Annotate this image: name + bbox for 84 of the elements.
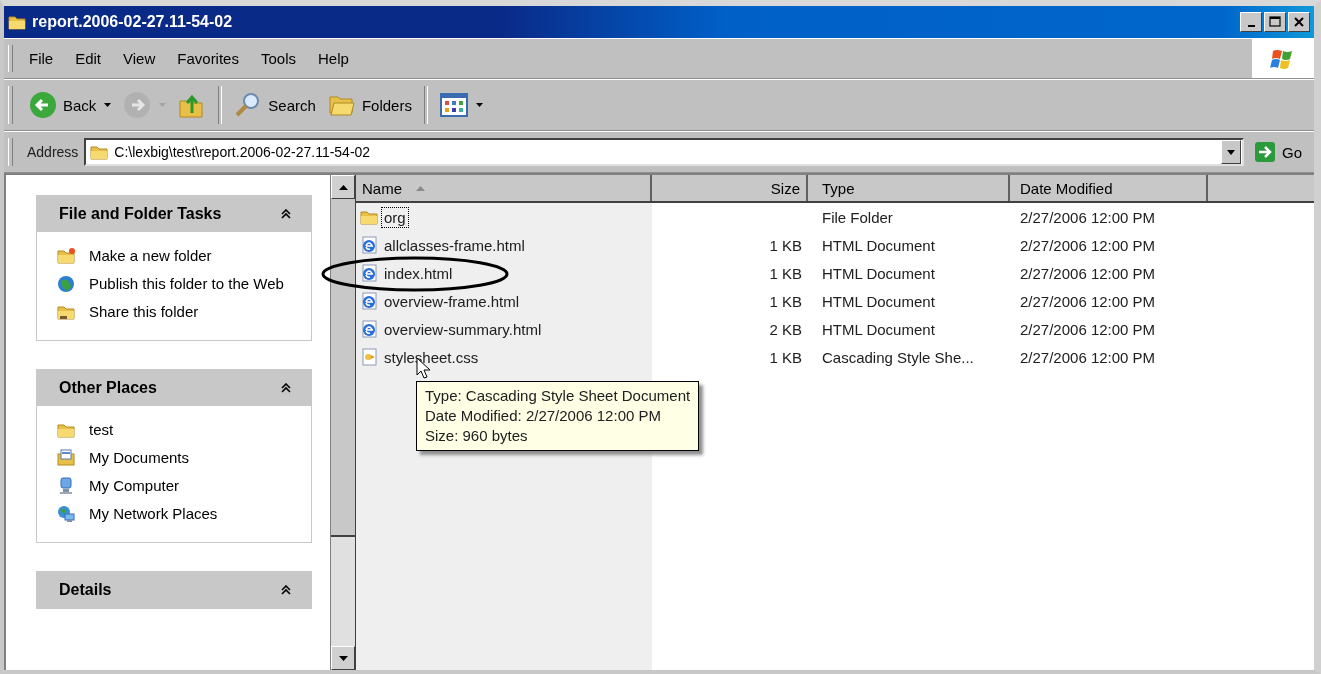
dropdown-arrow-icon <box>104 103 112 107</box>
menu-item[interactable]: Tools <box>252 48 304 69</box>
tooltip-text: Type: Cascading Style Sheet Document <box>425 386 691 406</box>
menu-item[interactable]: View <box>115 48 164 69</box>
panel-header[interactable]: File and Folder Tasks <box>37 196 311 232</box>
file-size: 1 KB <box>769 292 802 310</box>
globe-icon <box>57 275 75 293</box>
file-type: HTML Document <box>821 292 936 310</box>
panel-header[interactable]: Other Places <box>37 370 311 406</box>
file-name[interactable]: allclasses-frame.html <box>381 234 528 256</box>
file-type: File Folder <box>821 208 894 226</box>
web-page-icon <box>360 264 378 282</box>
dropdown-button[interactable] <box>1221 140 1241 164</box>
file-name[interactable]: overview-summary.html <box>381 318 545 340</box>
file-size: 1 KB <box>769 264 802 282</box>
menu-item[interactable]: Help <box>310 48 357 69</box>
tooltip-text: Date Modified: 2/27/2006 12:00 PM <box>425 406 662 426</box>
arrow-right-icon <box>123 91 152 119</box>
task-link[interactable]: My Computer <box>89 476 180 496</box>
dropdown-arrow-icon <box>475 103 483 107</box>
menu-item[interactable]: Favorites <box>169 48 247 69</box>
menu-item[interactable]: Edit <box>67 48 110 69</box>
file-size: 2 KB <box>769 320 802 338</box>
file-type: HTML Document <box>821 236 936 254</box>
address-label: Address <box>27 144 79 160</box>
computer-icon <box>57 477 75 495</box>
file-date: 2/27/2006 12:00 PM <box>1019 208 1157 226</box>
caret-icon <box>1227 149 1235 155</box>
shared-folder-icon <box>57 303 75 321</box>
file-name[interactable]: stylesheet.css <box>381 346 482 368</box>
file-date: 2/27/2006 12:00 PM <box>1019 348 1157 366</box>
menu-item[interactable]: File <box>21 48 62 69</box>
file-type: Cascading Style She... <box>821 348 975 366</box>
file-size: 1 KB <box>769 348 802 366</box>
task-link[interactable]: Publish this folder to the Web <box>89 274 284 294</box>
panel-header[interactable]: Details <box>37 572 311 608</box>
close-button[interactable] <box>1288 12 1310 32</box>
views-icon <box>439 91 468 119</box>
column-header[interactable]: Type <box>808 175 1010 201</box>
file-date: 2/27/2006 12:00 PM <box>1019 320 1157 338</box>
web-page-icon <box>360 320 378 338</box>
folder-icon <box>360 208 378 226</box>
column-header[interactable]: Name <box>356 175 652 201</box>
address-field[interactable]: C:\lexbig\test\report.2006-02-27.11-54-02 <box>84 138 1244 166</box>
web-page-icon <box>360 292 378 310</box>
folders-button[interactable]: Folders <box>323 89 416 121</box>
task-link[interactable]: Make a new folder <box>89 246 212 266</box>
scroll-bar[interactable] <box>330 175 356 670</box>
file-date: 2/27/2006 12:00 PM <box>1019 292 1157 310</box>
arrow-left-icon <box>29 91 57 119</box>
scroll-up-icon <box>338 184 348 190</box>
file-date: 2/27/2006 12:00 PM <box>1019 264 1157 282</box>
column-header[interactable]: Date Modified <box>1010 175 1208 201</box>
file-size: 1 KB <box>769 236 802 254</box>
folder-icon <box>57 421 75 439</box>
maximize-icon <box>1267 14 1283 30</box>
tooltip-text: Size: 960 bytes <box>425 426 529 446</box>
back-button[interactable]: Back <box>25 89 116 121</box>
scroll-thumb[interactable] <box>331 199 355 537</box>
file-name[interactable]: overview-frame.html <box>381 290 523 312</box>
search-button[interactable]: Search <box>230 89 320 121</box>
minimize-icon <box>1247 25 1255 27</box>
task-link[interactable]: test <box>89 420 114 440</box>
arrow-right-icon <box>1254 141 1276 163</box>
file-date: 2/27/2006 12:00 PM <box>1019 236 1157 254</box>
scroll-down-icon <box>338 655 348 661</box>
file-type: HTML Document <box>821 320 936 338</box>
task-link[interactable]: My Network Places <box>89 504 218 524</box>
stylesheet-file-icon <box>360 348 378 366</box>
folder-icon <box>8 13 26 31</box>
maximize-button[interactable] <box>1264 12 1286 32</box>
web-page-icon <box>360 236 378 254</box>
folder-icon <box>90 143 109 161</box>
folder-icon <box>57 247 75 265</box>
file-type: HTML Document <box>821 264 936 282</box>
network-icon <box>57 505 75 523</box>
column-header[interactable]: Size <box>652 175 808 201</box>
file-name[interactable]: org <box>381 206 409 228</box>
go-button[interactable]: Go <box>1250 141 1314 163</box>
task-link[interactable]: My Documents <box>89 448 190 468</box>
window-title: report.2006-02-27.11-54-02 <box>32 13 234 31</box>
task-link[interactable]: Share this folder <box>89 302 199 322</box>
minimize-button[interactable] <box>1240 12 1262 32</box>
documents-icon <box>57 449 75 467</box>
